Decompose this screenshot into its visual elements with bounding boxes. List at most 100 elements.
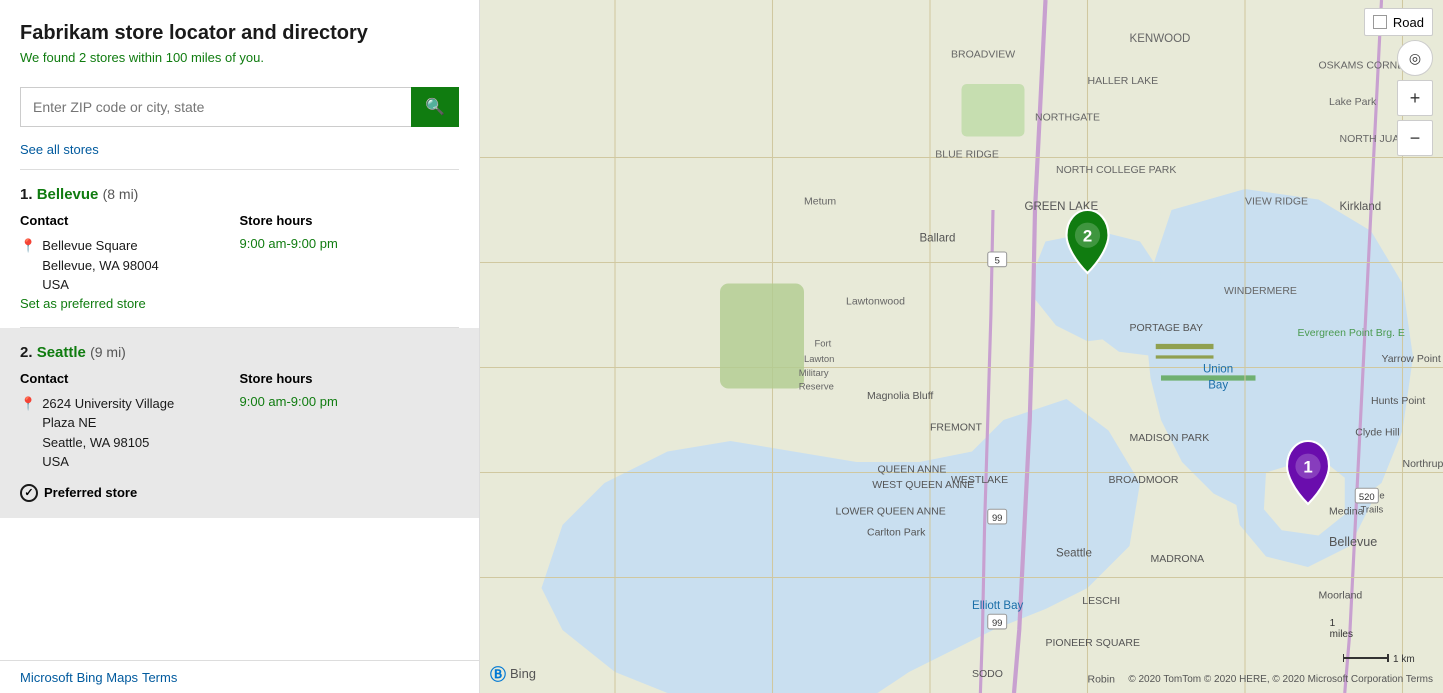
store-2-details: Contact 📍 2624 University Village Plaza … bbox=[20, 371, 459, 472]
map-top-controls: Road ◎ + − bbox=[1364, 8, 1433, 156]
svg-text:1: 1 bbox=[1303, 458, 1312, 477]
svg-text:LOWER QUEEN ANNE: LOWER QUEEN ANNE bbox=[836, 506, 946, 518]
road-toggle-label: Road bbox=[1393, 15, 1424, 30]
svg-text:Bellevue: Bellevue bbox=[1329, 535, 1377, 549]
store-1-hours-col: Store hours 9:00 am-9:00 pm bbox=[240, 213, 460, 295]
svg-text:5: 5 bbox=[995, 256, 1000, 267]
svg-text:Yarrow Point: Yarrow Point bbox=[1382, 353, 1441, 365]
store-1-distance: (8 mi) bbox=[103, 186, 139, 202]
map-container[interactable]: KENWOOD BROADVIEW HALLER LAKE OSKAMS COR… bbox=[480, 0, 1443, 693]
zoom-in-button[interactable]: + bbox=[1397, 80, 1433, 116]
svg-text:BLUE RIDGE: BLUE RIDGE bbox=[935, 149, 999, 161]
preferred-check-icon: ✓ bbox=[20, 484, 38, 502]
search-button[interactable]: 🔍 bbox=[411, 87, 459, 127]
store-2-contact: Contact 📍 2624 University Village Plaza … bbox=[20, 371, 240, 472]
scale-bar-svg: 1 km bbox=[1343, 648, 1433, 668]
store-2-hours-col: Store hours 9:00 am-9:00 pm bbox=[240, 371, 460, 472]
bing-logo: Ⓑ Bing bbox=[490, 661, 536, 685]
store-1-details: Contact 📍 Bellevue Square Bellevue, WA 9… bbox=[20, 213, 459, 295]
preferred-label: Preferred store bbox=[44, 485, 137, 500]
map-attribution: © 2020 TomTom © 2020 HERE, © 2020 Micros… bbox=[1128, 674, 1433, 685]
road-view-toggle[interactable]: Road bbox=[1364, 8, 1433, 36]
bing-label: Bing bbox=[510, 666, 536, 681]
svg-text:Medina: Medina bbox=[1329, 506, 1364, 518]
svg-text:Reserve: Reserve bbox=[799, 382, 834, 393]
svg-text:PORTAGE BAY: PORTAGE BAY bbox=[1130, 322, 1204, 334]
svg-text:Metum: Metum bbox=[804, 196, 836, 208]
svg-text:Robin: Robin bbox=[1088, 673, 1116, 685]
svg-text:Ballard: Ballard bbox=[920, 233, 956, 245]
search-section: 🔍 bbox=[0, 75, 479, 137]
store-card-seattle: 2. Seattle (9 mi) Contact 📍 2624 Univers… bbox=[0, 328, 479, 518]
svg-text:NORTH COLLEGE PARK: NORTH COLLEGE PARK bbox=[1056, 164, 1176, 176]
svg-text:Magnolia Bluff: Magnolia Bluff bbox=[867, 390, 933, 402]
svg-text:Hunts Point: Hunts Point bbox=[1371, 395, 1425, 407]
svg-text:2: 2 bbox=[1083, 227, 1092, 246]
svg-text:Clyde Hill: Clyde Hill bbox=[1355, 427, 1399, 439]
footer-bing-maps-link[interactable]: Bing Maps bbox=[77, 670, 138, 685]
location-pin-icon: 📍 bbox=[20, 238, 36, 254]
svg-text:SODO: SODO bbox=[972, 668, 1003, 680]
svg-text:Kirkland: Kirkland bbox=[1340, 201, 1382, 213]
svg-text:PIONEER SQUARE: PIONEER SQUARE bbox=[1046, 637, 1141, 649]
svg-text:Union: Union bbox=[1203, 364, 1233, 376]
svg-text:Moorland: Moorland bbox=[1319, 590, 1363, 602]
svg-text:FREMONT: FREMONT bbox=[930, 422, 982, 434]
store-2-number: 2. bbox=[20, 344, 33, 361]
store-2-address-row: 📍 2624 University Village Plaza NE Seatt… bbox=[20, 394, 240, 472]
svg-text:Lawton: Lawton bbox=[804, 354, 834, 365]
store-2-distance: (9 mi) bbox=[90, 344, 126, 360]
svg-text:WINDERMERE: WINDERMERE bbox=[1224, 285, 1297, 297]
svg-text:MADISON PARK: MADISON PARK bbox=[1130, 432, 1210, 444]
header-section: Fabrikam store locator and directory We … bbox=[0, 0, 479, 75]
store-2-hours: 9:00 am-9:00 pm bbox=[240, 394, 460, 409]
svg-text:99: 99 bbox=[992, 618, 1003, 629]
svg-text:LESCHI: LESCHI bbox=[1082, 595, 1120, 607]
store-1-contact: Contact 📍 Bellevue Square Bellevue, WA 9… bbox=[20, 213, 240, 295]
svg-text:1 km: 1 km bbox=[1393, 654, 1415, 665]
svg-text:BROADVIEW: BROADVIEW bbox=[951, 49, 1015, 61]
svg-text:Trails: Trails bbox=[1361, 504, 1384, 515]
svg-text:Bay: Bay bbox=[1208, 380, 1228, 392]
zoom-out-button[interactable]: − bbox=[1397, 120, 1433, 156]
store-2-contact-header: Contact bbox=[20, 371, 240, 386]
store-card-bellevue: 1. Bellevue (8 mi) Contact 📍 Bellevue Sq… bbox=[0, 170, 479, 327]
store-list-panel: Fabrikam store locator and directory We … bbox=[0, 0, 480, 693]
store-1-title: 1. Bellevue (8 mi) bbox=[20, 186, 459, 203]
store-1-hours: 9:00 am-9:00 pm bbox=[240, 236, 460, 251]
location-pin-icon-2: 📍 bbox=[20, 396, 36, 412]
locate-me-button[interactable]: ◎ bbox=[1397, 40, 1433, 76]
svg-text:Lawtonwood: Lawtonwood bbox=[846, 296, 905, 308]
road-toggle-checkbox bbox=[1373, 15, 1387, 29]
svg-text:Northrup: Northrup bbox=[1403, 458, 1443, 470]
svg-text:Carlton Park: Carlton Park bbox=[867, 527, 926, 539]
store-2-title: 2. Seattle (9 mi) bbox=[20, 344, 459, 361]
svg-text:HALLER LAKE: HALLER LAKE bbox=[1088, 75, 1159, 87]
preferred-badge: ✓ Preferred store bbox=[20, 484, 459, 502]
map-svg: KENWOOD BROADVIEW HALLER LAKE OSKAMS COR… bbox=[480, 0, 1443, 693]
footer-terms-link[interactable]: Terms bbox=[142, 670, 177, 685]
svg-text:MADRONA: MADRONA bbox=[1151, 553, 1205, 565]
store-1-name: Bellevue bbox=[37, 186, 99, 203]
scale-bar: 1 km 1 miles bbox=[1343, 648, 1433, 668]
store-2-hours-header: Store hours bbox=[240, 371, 460, 386]
svg-text:Fort: Fort bbox=[815, 339, 832, 350]
search-icon: 🔍 bbox=[425, 97, 445, 117]
bing-b-icon: Ⓑ bbox=[490, 661, 506, 685]
svg-text:Evergreen Point Brg. E: Evergreen Point Brg. E bbox=[1298, 327, 1405, 339]
footer-microsoft-link[interactable]: Microsoft bbox=[20, 670, 73, 685]
store-1-contact-header: Contact bbox=[20, 213, 240, 228]
svg-text:WESTLAKE: WESTLAKE bbox=[951, 474, 1008, 486]
see-all-link[interactable]: See all stores bbox=[0, 137, 479, 169]
see-all-anchor[interactable]: See all stores bbox=[20, 142, 99, 157]
page-subtitle: We found 2 stores within 100 miles of yo… bbox=[20, 50, 459, 65]
svg-text:520: 520 bbox=[1359, 492, 1375, 503]
set-preferred-store-1[interactable]: Set as preferred store bbox=[20, 296, 146, 311]
store-2-address: 2624 University Village Plaza NE Seattle… bbox=[42, 394, 174, 472]
store-1-address: Bellevue Square Bellevue, WA 98004 USA bbox=[42, 236, 159, 295]
store-2-name: Seattle bbox=[37, 344, 86, 361]
search-input[interactable] bbox=[20, 87, 411, 127]
scale-miles-label: 1 miles bbox=[1330, 618, 1353, 640]
svg-text:KENWOOD: KENWOOD bbox=[1130, 33, 1191, 45]
svg-text:NORTHGATE: NORTHGATE bbox=[1035, 112, 1100, 124]
